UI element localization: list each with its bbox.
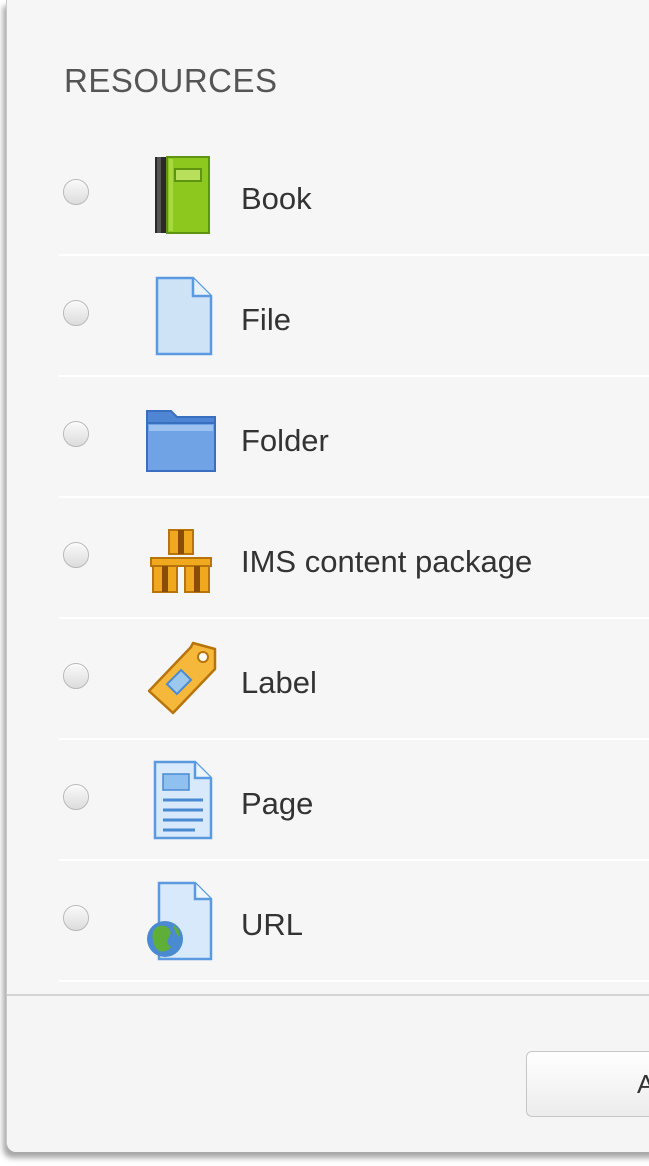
module-option-ims-content-package[interactable]: IMS content package [59,498,649,619]
book-icon [143,155,219,235]
module-radio-url[interactable] [63,905,89,931]
ims-package-icon [143,518,219,598]
module-options-panel: RESOURCES Book File Folder IMS content p… [7,0,649,994]
module-label-file: File [241,302,291,337]
file-icon [143,276,219,356]
module-label-book: Book [241,181,312,216]
url-globe-icon [143,881,219,961]
module-option-folder[interactable]: Folder [59,377,649,498]
module-option-book[interactable]: Book [59,135,649,256]
page-icon [143,760,219,840]
module-option-label[interactable]: Label [59,619,649,740]
add-button[interactable]: A [526,1051,649,1117]
dialog-footer: A [7,994,649,1152]
folder-icon [143,397,219,477]
module-label-ims-content-package: IMS content package [241,544,533,579]
module-option-file[interactable]: File [59,256,649,377]
module-label-folder: Folder [241,423,329,458]
module-option-page[interactable]: Page [59,740,649,861]
module-label-label: Label [241,665,317,700]
module-label-url: URL [241,907,304,942]
activity-chooser-viewport: RESOURCES Book File Folder IMS content p… [0,0,649,1166]
resource-module-list: Book File Folder IMS content package Lab… [59,135,649,982]
label-tag-icon [143,639,219,719]
module-radio-folder[interactable] [63,421,89,447]
module-option-url[interactable]: URL [59,861,649,982]
section-heading-resources: RESOURCES [64,62,278,99]
module-label-page: Page [241,786,314,821]
module-radio-ims-content-package[interactable] [63,542,89,568]
module-radio-file[interactable] [63,300,89,326]
module-radio-book[interactable] [63,179,89,205]
activity-chooser-dialog: RESOURCES Book File Folder IMS content p… [6,0,649,1152]
module-radio-label[interactable] [63,663,89,689]
module-radio-page[interactable] [63,784,89,810]
